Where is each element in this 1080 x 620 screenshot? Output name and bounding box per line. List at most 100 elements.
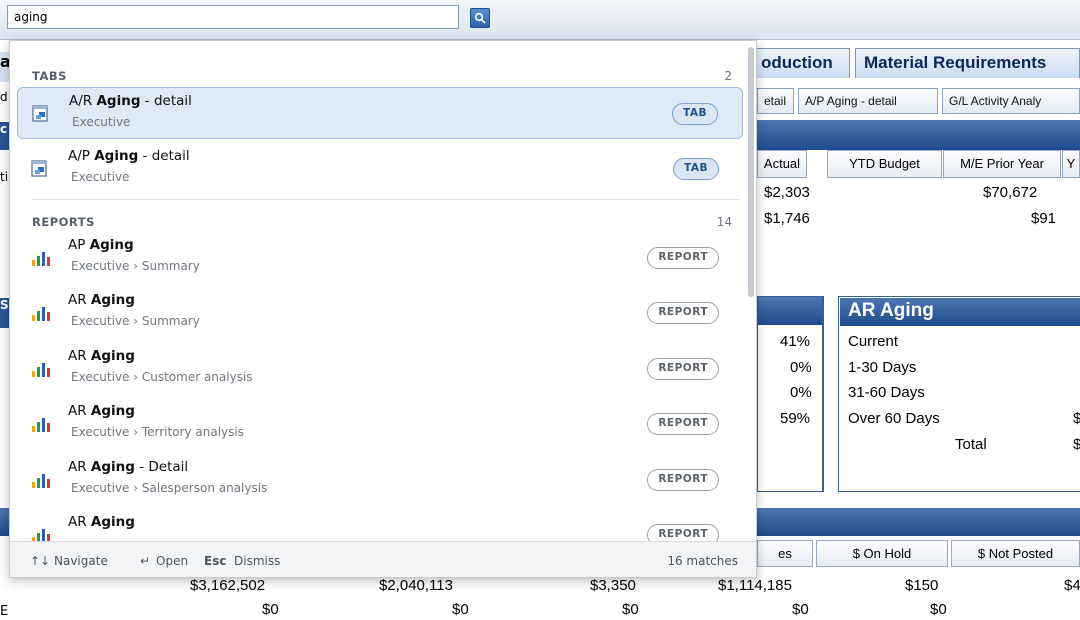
- column-header-me-prior-year[interactable]: M/E Prior Year: [943, 150, 1061, 178]
- result-subtitle: Executive › Customer analysis: [71, 370, 253, 384]
- percent-panel-header: [758, 297, 822, 325]
- result-item-tab[interactable]: A/R Aging - detail Executive TAB: [17, 87, 743, 139]
- bar-chart-icon: [32, 474, 50, 488]
- result-subtitle: Executive › Territory analysis: [71, 425, 244, 439]
- bottom-cell: $4: [1064, 577, 1080, 594]
- return-arrow-icon: ↵: [140, 554, 151, 568]
- row-prior-year: $70,672: [983, 184, 1038, 201]
- panel-divider: [823, 296, 824, 492]
- search-input[interactable]: [7, 5, 459, 29]
- result-title: AR Aging: [68, 292, 135, 308]
- result-title: AP Aging: [68, 237, 134, 253]
- section-count-tabs: 2: [724, 69, 732, 83]
- bottom-section-band: [757, 508, 1080, 536]
- row-prior-year: $91: [1031, 210, 1057, 227]
- edge-fragment: c: [0, 122, 9, 150]
- row-actual: $2,303: [764, 184, 810, 201]
- result-title: AR Aging: [68, 403, 135, 419]
- column-header-not-posted[interactable]: $ Not Posted: [951, 540, 1080, 567]
- aging-value-fragment: $: [1073, 410, 1080, 427]
- edge-fragment: ti: [0, 170, 9, 184]
- result-subtitle: Executive: [71, 170, 130, 184]
- ar-aging-title: AR Aging: [840, 298, 1080, 326]
- result-item-report[interactable]: AP Aging Executive › Summary REPORT: [17, 232, 743, 284]
- sub-tab-ap-aging-detail[interactable]: A/P Aging - detail: [798, 88, 938, 114]
- report-badge: REPORT: [647, 247, 719, 269]
- report-badge: REPORT: [647, 469, 719, 491]
- section-count-reports: 14: [716, 215, 732, 229]
- column-header-on-hold[interactable]: $ On Hold: [816, 540, 948, 567]
- column-header-actual[interactable]: Actual: [757, 150, 807, 178]
- bar-chart-icon: [32, 307, 50, 321]
- footer-dismiss-hint: Dismiss: [234, 554, 281, 568]
- result-title: AR Aging: [68, 348, 135, 364]
- bottom-cell: $0: [792, 601, 809, 618]
- column-header-y[interactable]: Y: [1062, 150, 1080, 178]
- result-title: A/R Aging - detail: [69, 93, 192, 109]
- sub-tab-gl-activity[interactable]: G/L Activity Analy: [942, 88, 1080, 114]
- result-title: A/P Aging - detail: [68, 148, 190, 164]
- updown-arrows-icon: ↑↓: [30, 554, 51, 568]
- result-item-report[interactable]: AR Aging Executive › Territory analysis …: [17, 398, 743, 450]
- result-subtitle: Executive › Salesperson analysis: [71, 481, 268, 495]
- section-header-tabs: TABS: [32, 69, 67, 83]
- section-header-band: [757, 120, 1080, 150]
- aging-row-label: 1-30 Days: [848, 359, 917, 376]
- percent-value: 0%: [790, 384, 812, 401]
- bottom-cell: $3,162,502: [190, 577, 266, 594]
- aging-row-label: 31-60 Days: [848, 384, 925, 401]
- aging-row-label: Over 60 Days: [848, 410, 940, 427]
- report-badge: REPORT: [647, 302, 719, 324]
- result-title: AR Aging: [68, 514, 135, 530]
- edge-fragment: S: [0, 298, 9, 328]
- sub-tab-detail[interactable]: etail: [757, 88, 794, 114]
- edge-fragment: E: [0, 604, 9, 619]
- edge-fragment: a: [0, 52, 11, 82]
- percent-value: 59%: [780, 410, 811, 427]
- dropdown-scrollbar[interactable]: [748, 47, 754, 297]
- bottom-cell: $1,114,185: [718, 577, 792, 594]
- bottom-band-edge: [0, 508, 9, 536]
- result-item-report[interactable]: AR Aging - Detail Executive › Salesperso…: [17, 454, 743, 506]
- result-subtitle: Executive › Summary: [71, 259, 200, 273]
- search-results-dropdown: TABS 2 A/R Aging - detail Executive TAB …: [9, 40, 757, 578]
- result-item-report[interactable]: AR Aging Executive › Customer analysis R…: [17, 343, 743, 395]
- bottom-cell: $0: [262, 601, 279, 618]
- bar-chart-icon: [32, 252, 50, 266]
- bottom-cell: $0: [452, 601, 469, 618]
- dropdown-footer: ↑↓ Navigate ↵ Open Esc Dismiss 16 matche…: [10, 541, 756, 577]
- bottom-cell: $2,040,113: [379, 577, 453, 594]
- percent-value: 0%: [790, 359, 812, 376]
- bottom-cell: $0: [622, 601, 639, 618]
- column-header-es[interactable]: es: [757, 540, 813, 567]
- bottom-cell: $0: [930, 601, 947, 618]
- row-actual: $1,746: [764, 210, 810, 227]
- footer-match-count: 16 matches: [667, 554, 738, 568]
- result-title: AR Aging - Detail: [68, 459, 189, 475]
- bar-chart-icon: [32, 363, 50, 377]
- tab-icon: [32, 105, 48, 122]
- column-header-ytd-budget[interactable]: YTD Budget: [827, 150, 942, 178]
- result-item-tab[interactable]: A/P Aging - detail Executive TAB: [17, 143, 743, 195]
- result-subtitle: Executive › Summary: [71, 314, 200, 328]
- main-tab-material-requirements[interactable]: Material Requirements: [855, 48, 1080, 78]
- edge-fragment: d: [0, 90, 8, 104]
- footer-navigate-hint: Navigate: [54, 554, 108, 568]
- footer-open-hint: Open: [156, 554, 189, 568]
- aging-total-label: Total: [955, 436, 987, 453]
- tab-icon: [31, 160, 47, 177]
- report-badge: REPORT: [647, 358, 719, 380]
- aging-value-fragment: $: [1073, 436, 1080, 453]
- result-subtitle: Executive: [72, 115, 131, 129]
- section-divider: [32, 199, 740, 200]
- bottom-cell: $150: [905, 577, 939, 594]
- percent-value: 41%: [780, 333, 811, 350]
- search-button[interactable]: [470, 8, 490, 28]
- main-tab-production[interactable]: oduction: [752, 48, 850, 78]
- search-toolbar: [0, 0, 1080, 40]
- search-icon: [474, 12, 486, 24]
- report-badge: REPORT: [647, 413, 719, 435]
- section-header-reports: REPORTS: [32, 215, 95, 229]
- result-item-report[interactable]: AR Aging Executive › Summary REPORT: [17, 287, 743, 339]
- aging-row-label: Current: [848, 333, 899, 350]
